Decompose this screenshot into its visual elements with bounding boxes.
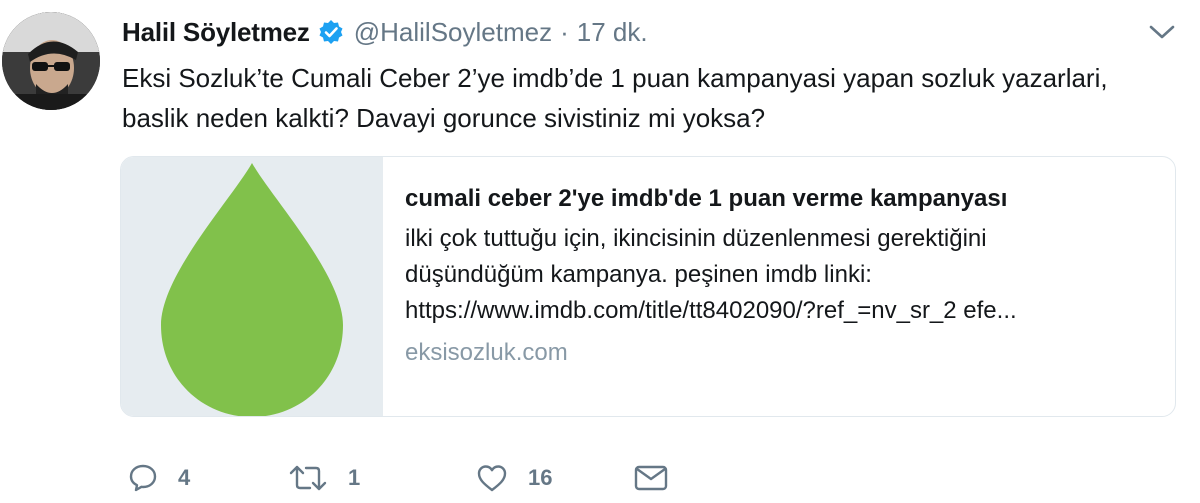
tweet-text: Eksi Sozluk’te Cumali Ceber 2’ye imdb’de… — [122, 63, 1108, 133]
reply-count: 4 — [178, 465, 191, 490]
green-drop-logo-icon — [161, 163, 343, 416]
card-domain: eksisozluk.com — [405, 339, 568, 366]
tweet-header: Halil Söyletmez @HalilSoyletmez · 17 dk. — [122, 14, 648, 50]
card-description-line: düşündüğüm kampanya. peşinen imdb linki: — [405, 261, 872, 288]
link-card[interactable]: cumali ceber 2'ye imdb'de 1 puan verme k… — [120, 156, 1176, 417]
card-body: cumali ceber 2'ye imdb'de 1 puan verme k… — [383, 157, 1175, 416]
retweet-count: 1 — [348, 465, 361, 490]
like-count: 16 — [528, 465, 553, 490]
separator-dot: · — [560, 16, 569, 47]
tweet-actions: 4 1 16 — [128, 458, 668, 498]
card-description: ilki çok tuttuğu için, ikincisinin düzen… — [405, 221, 1153, 329]
retweet-icon — [289, 465, 327, 491]
reply-button[interactable]: 4 — [128, 463, 288, 493]
card-title: cumali ceber 2'ye imdb'de 1 puan verme k… — [405, 185, 1008, 212]
avatar[interactable] — [2, 12, 100, 110]
avatar-photo — [2, 12, 100, 110]
retweet-button[interactable]: 1 — [288, 463, 476, 493]
author-handle[interactable]: @HalilSoyletmez — [354, 17, 552, 48]
verified-badge-icon — [318, 19, 344, 45]
direct-message-button[interactable] — [634, 464, 668, 492]
card-description-line: https://www.imdb.com/title/tt8402090/?re… — [405, 297, 1017, 324]
heart-icon — [477, 465, 507, 492]
author-name[interactable]: Halil Söyletmez — [122, 17, 310, 48]
tweet-timestamp[interactable]: 17 dk. — [577, 17, 648, 48]
like-button[interactable]: 16 — [476, 463, 634, 493]
envelope-icon — [634, 465, 668, 491]
reply-icon — [129, 464, 157, 492]
card-image — [121, 157, 383, 416]
chevron-down-icon[interactable] — [1148, 22, 1176, 42]
card-description-line: ilki çok tuttuğu için, ikincisinin düzen… — [405, 225, 987, 252]
